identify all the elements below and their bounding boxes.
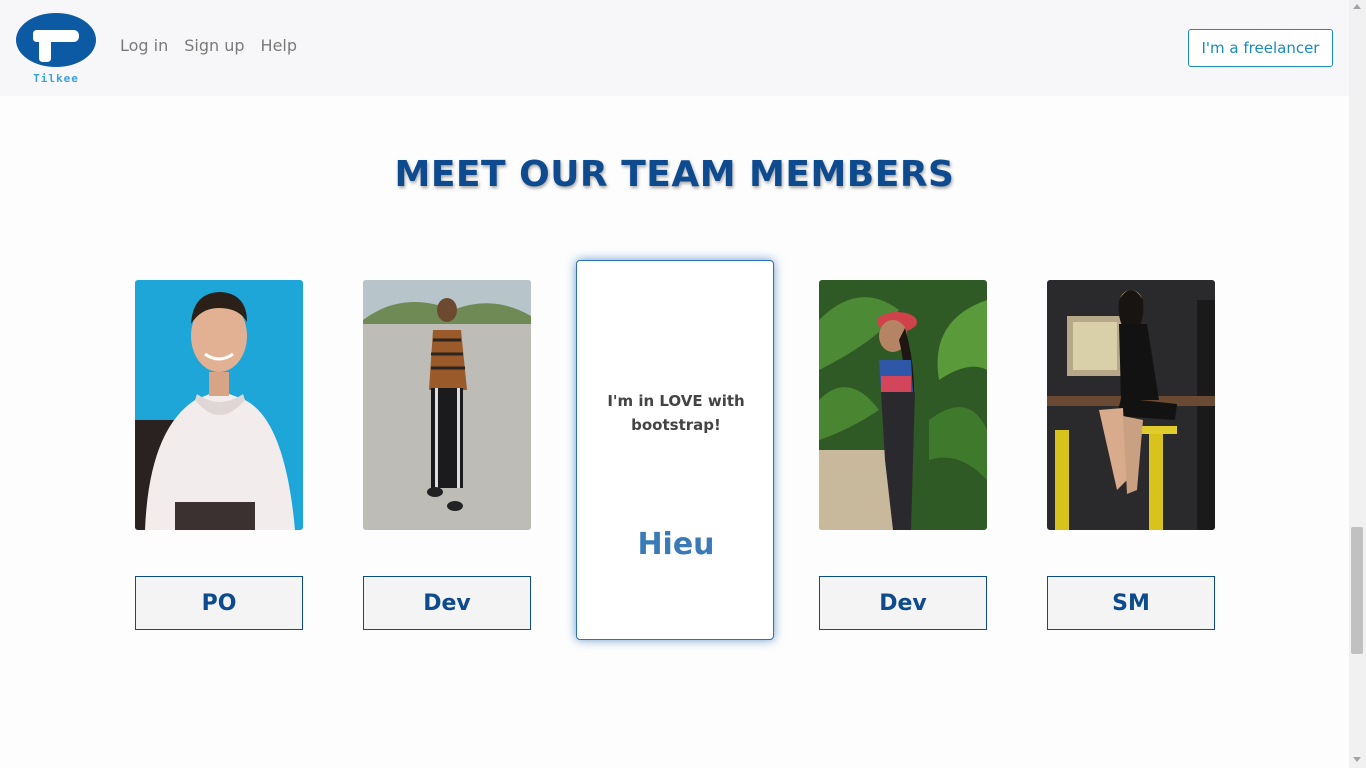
help-link[interactable]: Help — [261, 36, 297, 55]
member-photo — [363, 280, 531, 530]
team-member-card: Dev — [363, 280, 531, 630]
member-photo — [1047, 280, 1215, 530]
brand-name: Tilkee — [33, 72, 79, 85]
signup-link[interactable]: Sign up — [184, 36, 244, 55]
team-member-flip-card[interactable]: I'm in LOVE with bootstrap! Hieu — [576, 260, 774, 640]
member-photo — [135, 280, 303, 530]
member-name: Hieu — [637, 527, 715, 562]
freelancer-button[interactable]: I'm a freelancer — [1188, 29, 1333, 67]
login-link[interactable]: Log in — [120, 36, 168, 55]
team-member-card: SM — [1047, 280, 1215, 630]
team-member-card: Dev — [819, 280, 987, 630]
scroll-up-icon[interactable] — [1353, 4, 1361, 9]
role-button-po[interactable]: PO — [135, 576, 303, 630]
nav-links: Log in Sign up Help — [120, 36, 297, 55]
scroll-thumb[interactable] — [1351, 527, 1363, 654]
member-quote: I'm in LOVE with bootstrap! — [607, 392, 745, 434]
role-button-dev[interactable]: Dev — [819, 576, 987, 630]
role-button-dev[interactable]: Dev — [363, 576, 531, 630]
page-scrollbar[interactable] — [1349, 0, 1366, 768]
scroll-down-icon[interactable] — [1353, 757, 1361, 762]
member-photo — [819, 280, 987, 530]
section-title: MEET OUR TEAM MEMBERS — [394, 154, 955, 195]
navbar: Tilkee Log in Sign up Help I'm a freelan… — [0, 0, 1349, 96]
team-member-card: PO — [135, 280, 303, 630]
role-button-sm[interactable]: SM — [1047, 576, 1215, 630]
